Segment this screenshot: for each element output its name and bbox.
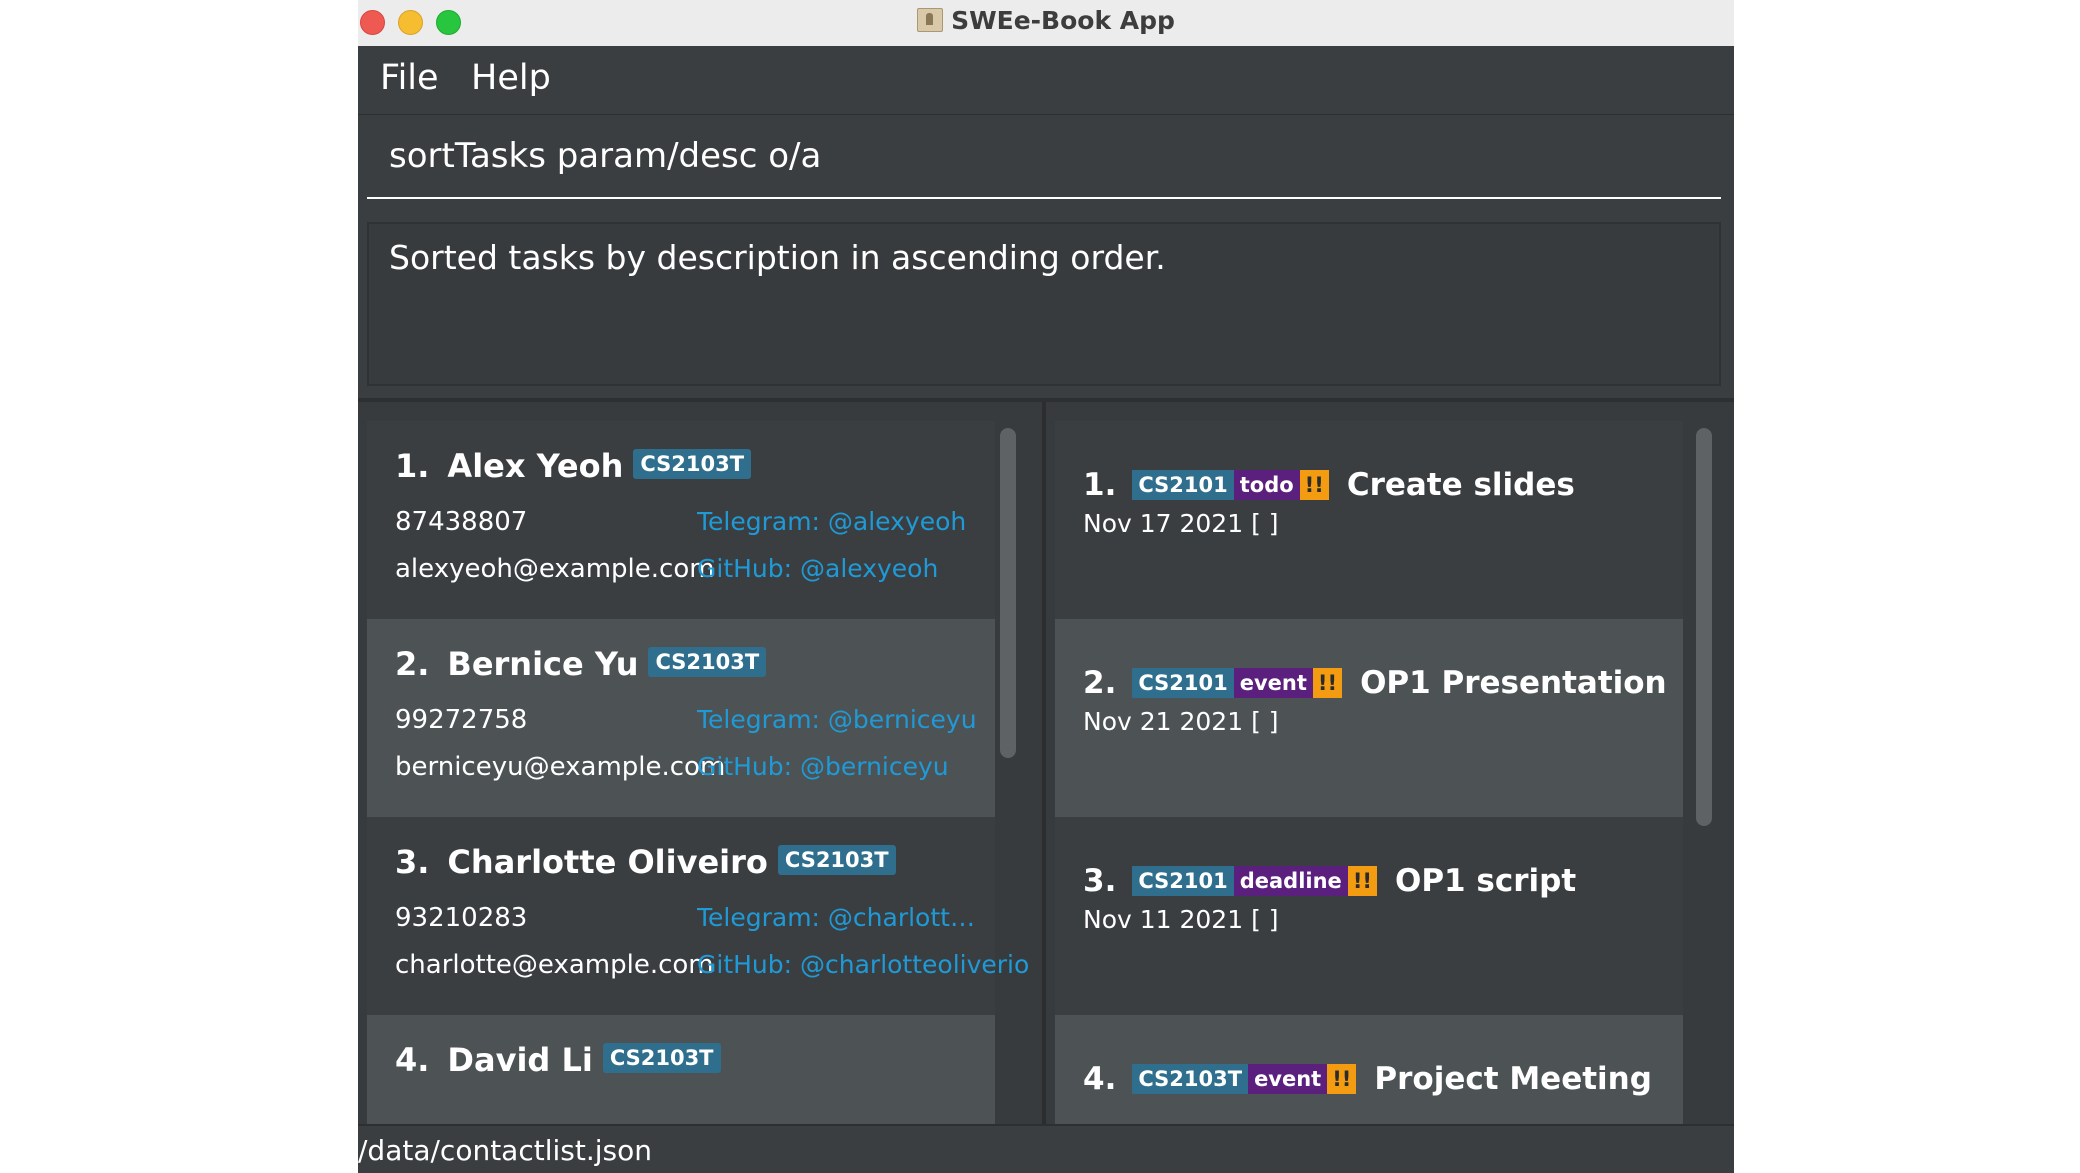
task-list-panel[interactable]: 1. CS2101 todo !! Create slides Nov 17 2… <box>1046 402 1734 1124</box>
command-input[interactable] <box>367 117 1719 195</box>
task-index: 2. <box>1083 665 1117 701</box>
status-bar: /data/contactlist.json <box>358 1124 1734 1173</box>
contact-phone: 93210283 <box>395 903 528 933</box>
contact-index: 2. <box>395 645 430 683</box>
menu-bar: File Help <box>358 46 1734 115</box>
task-card[interactable]: 1. CS2101 todo !! Create slides Nov 17 2… <box>1055 421 1683 619</box>
task-description: OP1 Presentation <box>1360 665 1667 701</box>
task-header-row: 2. CS2101 event !! OP1 Presentation <box>1083 665 1667 701</box>
contact-name: Charlotte Oliveiro <box>447 843 768 881</box>
contact-name-row: 2. Bernice Yu CS2103T <box>395 645 767 683</box>
contact-name: Alex Yeoh <box>447 447 624 485</box>
task-index: 1. <box>1083 467 1117 503</box>
contact-telegram-link[interactable]: Telegram: @charlotteoliv... <box>697 903 977 932</box>
task-type-tag: event <box>1233 668 1313 698</box>
contact-tag: CS2103T <box>633 449 752 479</box>
task-module-tag: CS2103T <box>1132 1064 1249 1094</box>
contact-card[interactable]: 3. Charlotte Oliveiro CS2103T 93210283 cha… <box>367 817 1029 1015</box>
data-file-path: /data/contactlist.json <box>358 1134 652 1167</box>
task-list-scrollbar[interactable] <box>1696 428 1712 826</box>
task-priority-tag: !! <box>1327 1064 1357 1094</box>
window-title: SWEe-Book App <box>358 6 1734 35</box>
contact-email: alexyeoh@example.com <box>395 554 715 584</box>
task-module-tag: CS2101 <box>1132 866 1234 896</box>
task-card[interactable]: 2. CS2101 event !! OP1 Presentation Nov … <box>1055 619 1683 817</box>
task-header-row: 4. CS2103T event !! Project Meeting <box>1083 1061 1652 1097</box>
contact-index: 3. <box>395 843 430 881</box>
contact-phone: 99272758 <box>395 705 528 735</box>
contact-phone: 87438807 <box>395 507 528 537</box>
contact-list-panel[interactable]: 1. Alex Yeoh CS2103T 87438807 alexyeoh@exa… <box>358 402 1042 1124</box>
task-index: 3. <box>1083 863 1117 899</box>
app-icon <box>917 8 944 32</box>
contact-tag: CS2103T <box>648 647 767 677</box>
command-box <box>367 117 1721 199</box>
task-card[interactable]: 4. CS2103T event !! Project Meeting <box>1055 1015 1683 1124</box>
task-index: 4. <box>1083 1061 1117 1097</box>
task-description: Create slides <box>1346 467 1575 503</box>
contact-name-row: 3. Charlotte Oliveiro CS2103T <box>395 843 896 881</box>
task-header-row: 3. CS2101 deadline !! OP1 script <box>1083 863 1576 899</box>
task-card[interactable]: 3. CS2101 deadline !! OP1 script Nov 11 … <box>1055 817 1683 1015</box>
task-module-tag: CS2101 <box>1132 668 1234 698</box>
contact-email: charlotte@example.com <box>395 950 714 980</box>
contact-index: 1. <box>395 447 430 485</box>
contact-card[interactable]: 2. Bernice Yu CS2103T 99272758 berniceyu@e… <box>367 619 995 817</box>
task-type-tag: event <box>1248 1064 1328 1094</box>
task-priority-tag: !! <box>1312 668 1343 698</box>
task-header-row: 1. CS2101 todo !! Create slides <box>1083 467 1575 503</box>
task-description: Project Meeting <box>1374 1061 1652 1097</box>
title-bar: SWEe-Book App <box>358 0 1734 47</box>
task-type-tag: deadline <box>1233 866 1348 896</box>
contact-card[interactable]: 1. Alex Yeoh CS2103T 87438807 alexyeoh@exa… <box>367 421 995 619</box>
task-type-tag: todo <box>1233 470 1300 500</box>
task-date: Nov 21 2021 [ ] <box>1083 707 1279 736</box>
menu-help[interactable]: Help <box>471 58 551 98</box>
contact-name: David Li <box>447 1041 593 1079</box>
window-title-text: SWEe-Book App <box>951 6 1175 35</box>
task-module-tag: CS2101 <box>1132 470 1234 500</box>
contact-tag: CS2103T <box>602 1043 721 1073</box>
contact-list-scrollbar[interactable] <box>1000 428 1016 758</box>
contact-github-link[interactable]: GitHub: @berniceyu <box>697 752 949 781</box>
task-date: Nov 17 2021 [ ] <box>1083 509 1279 538</box>
app-window: SWEe-Book App File Help Sorted tasks by … <box>358 0 1734 1173</box>
contact-email: berniceyu@example.com <box>395 752 726 782</box>
contact-github-link[interactable]: GitHub: @charlotteoliverio <box>697 950 1029 979</box>
contact-github-link[interactable]: GitHub: @alexyeoh <box>697 554 938 583</box>
contact-telegram-link[interactable]: Telegram: @berniceyu <box>697 705 977 734</box>
task-date: Nov 11 2021 [ ] <box>1083 905 1279 934</box>
contact-name-row: 4. David Li CS2103T <box>395 1041 721 1079</box>
contact-index: 4. <box>395 1041 430 1079</box>
contact-card[interactable]: 4. David Li CS2103T <box>367 1015 995 1124</box>
contact-telegram-link[interactable]: Telegram: @alexyeoh <box>697 507 966 536</box>
menu-file[interactable]: File <box>380 58 439 98</box>
result-display: Sorted tasks by description in ascending… <box>367 222 1721 386</box>
result-message: Sorted tasks by description in ascending… <box>389 238 1166 277</box>
contact-tag: CS2103T <box>777 845 896 875</box>
task-description: OP1 script <box>1394 863 1577 899</box>
task-priority-tag: !! <box>1299 470 1329 500</box>
task-priority-tag: !! <box>1347 866 1377 896</box>
contact-name-row: 1. Alex Yeoh CS2103T <box>395 447 752 485</box>
contact-name: Bernice Yu <box>447 645 639 683</box>
